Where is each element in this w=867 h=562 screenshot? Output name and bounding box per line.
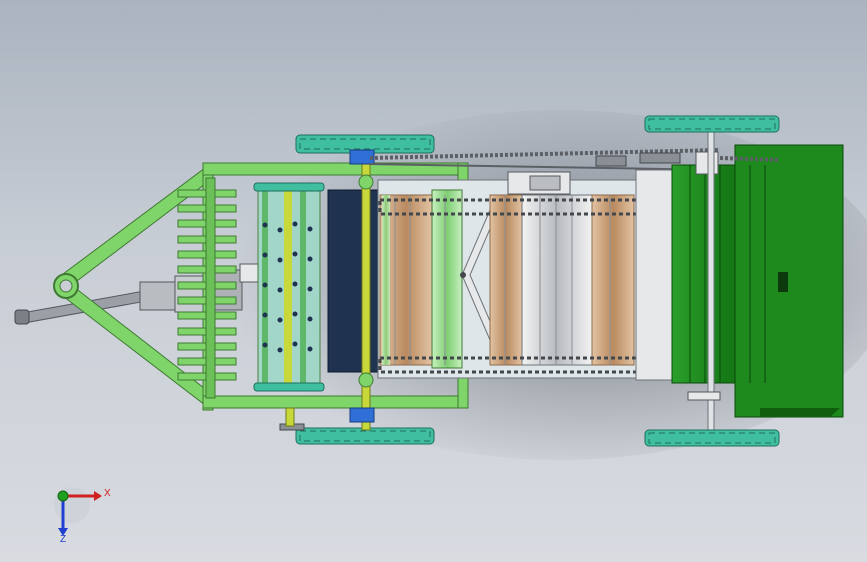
- rear-gate: [734, 144, 844, 418]
- bale-chamber[interactable]: [635, 144, 844, 418]
- rear-axle: [707, 129, 715, 431]
- roller-5: [591, 194, 635, 366]
- x-axis-label: X: [104, 488, 111, 499]
- rear-hub-lower: [687, 391, 721, 401]
- roller-chamber: [377, 179, 640, 379]
- y-axis-dot: [57, 490, 69, 502]
- orientation-triad[interactable]: X Z: [54, 487, 111, 545]
- rear-left-wheel[interactable]: [644, 115, 780, 133]
- z-axis-label: Z: [60, 534, 66, 545]
- bearing-bottom-icon: [349, 407, 375, 423]
- pickup-tines: [177, 177, 237, 399]
- roller-4: [521, 194, 593, 366]
- gearbox: [507, 171, 571, 195]
- cad-viewport[interactable]: X Z: [0, 0, 867, 562]
- baler-assembly-drawing: X Z: [14, 110, 867, 545]
- roller-2: [431, 189, 463, 369]
- lower-sprockets: [279, 407, 305, 431]
- pickup-rotor[interactable]: [253, 182, 325, 392]
- feeder-cover: [327, 189, 381, 373]
- rear-right-wheel[interactable]: [644, 429, 780, 447]
- roller-3: [489, 194, 523, 366]
- gate-latch-icon: [778, 272, 788, 292]
